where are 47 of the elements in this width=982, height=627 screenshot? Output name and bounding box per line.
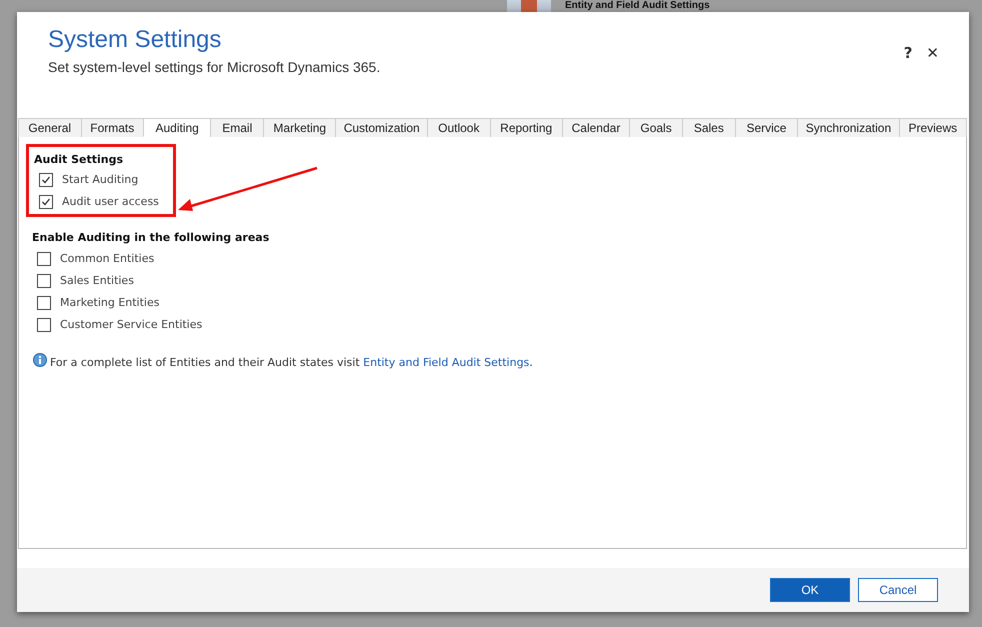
tab[interactable]: Email <box>210 118 264 137</box>
tab[interactable]: Customization <box>335 118 428 137</box>
audit-settings-link[interactable]: Entity and Field Audit Settings <box>363 356 530 369</box>
tab[interactable]: Reporting <box>490 118 562 137</box>
checkbox-label: Customer Service Entities <box>60 318 202 331</box>
checkbox[interactable] <box>37 296 51 310</box>
checkbox-label: Start Auditing <box>62 173 138 186</box>
checkbox-label: Marketing Entities <box>60 296 160 309</box>
checkbox[interactable] <box>39 194 53 208</box>
checkbox-label: Sales Entities <box>60 274 134 287</box>
check-icon <box>41 174 51 184</box>
tab[interactable]: General <box>18 118 80 137</box>
checkbox-row[interactable]: Start Auditing <box>34 171 168 188</box>
checkbox-row[interactable]: Marketing Entities <box>32 294 953 311</box>
checkbox-row[interactable]: Customer Service Entities <box>32 316 953 333</box>
checkbox[interactable] <box>39 172 53 186</box>
section-heading: Audit Settings <box>34 153 124 166</box>
tab[interactable]: Marketing <box>263 118 336 137</box>
checkbox-row[interactable]: Audit user access <box>34 193 168 210</box>
checkbox-label: Common Entities <box>60 252 154 265</box>
cancel-button[interactable]: Cancel <box>858 578 938 602</box>
dialog-subtitle: Set system-level settings for Microsoft Dynamics 365. <box>48 59 380 75</box>
help-button[interactable]: ? <box>904 44 912 62</box>
tab[interactable]: Service <box>734 118 798 137</box>
dialog-title: System Settings <box>48 26 222 54</box>
tab[interactable]: Calendar <box>562 118 630 137</box>
section-heading: Enable Auditing in the following areas <box>32 231 270 244</box>
tab[interactable]: Outlook <box>427 118 490 137</box>
check-icon <box>41 196 51 206</box>
checkbox[interactable] <box>37 318 51 332</box>
tab[interactable]: Auditing <box>143 118 210 137</box>
tab[interactable]: Goals <box>629 118 682 137</box>
info-icon <box>32 353 48 369</box>
ok-button[interactable]: OK <box>770 578 850 602</box>
tab[interactable]: Previews <box>898 118 967 137</box>
checkbox-row[interactable]: Sales Entities <box>32 272 953 289</box>
tab[interactable]: Formats <box>80 118 143 137</box>
settings-tile-icon <box>507 0 551 12</box>
tab[interactable]: Synchronization <box>797 118 899 137</box>
background-title: Entity and Field Audit Settings <box>565 0 710 12</box>
checkbox[interactable] <box>37 274 51 288</box>
checkbox-label: Audit user access <box>62 195 159 208</box>
tab[interactable]: Sales <box>682 118 735 137</box>
info-text: For a complete list of Entities and their Audit states visit Entity and Field Audit Settings. <box>50 356 533 369</box>
close-button[interactable]: ✕ <box>926 44 939 62</box>
checkbox-row[interactable]: Common Entities <box>32 250 953 267</box>
checkbox[interactable] <box>37 252 51 266</box>
